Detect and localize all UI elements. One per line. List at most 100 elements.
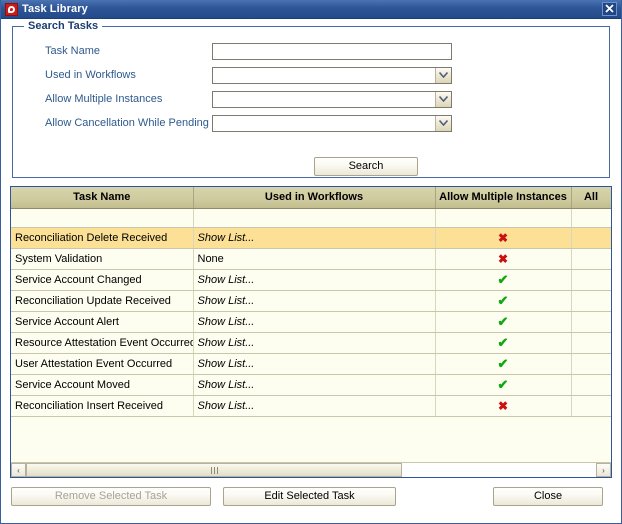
table-row[interactable]: User Attestation Event Occurred Show List… <box>11 353 611 375</box>
filter-cell-allow-cancellation[interactable] <box>571 208 611 228</box>
scroll-left-icon[interactable]: ‹ <box>11 463 26 477</box>
cell-allow-multiple-instances: ✖ <box>435 395 572 417</box>
table-row[interactable]: Reconciliation Insert Received Show List.… <box>11 395 611 417</box>
filter-cell-task-name[interactable] <box>11 208 194 228</box>
dropdown-used-in-workflows[interactable] <box>212 66 452 84</box>
table-row[interactable]: System Validation None ✖ <box>11 248 611 270</box>
cell-task-name: Resource Attestation Event Occurred <box>11 332 194 354</box>
search-tasks-legend: Search Tasks <box>24 20 103 32</box>
close-button[interactable]: Close <box>493 487 603 506</box>
table-header-row: Task Name Used in Workflows Allow Multip… <box>11 187 611 209</box>
remove-selected-task-button[interactable]: Remove Selected Task <box>11 487 211 506</box>
cell-allow-cancellation <box>571 374 611 396</box>
cell-allow-cancellation <box>571 248 611 270</box>
dialog-body: Search Tasks Task Name Used in Workflows… <box>1 19 621 523</box>
close-icon[interactable] <box>602 2 617 16</box>
cell-used-in-workflows[interactable]: Show List... <box>193 353 436 375</box>
window-title: Task Library <box>22 3 88 15</box>
table-row[interactable]: Service Account Alert Show List... ✔ <box>11 311 611 333</box>
table-row[interactable]: Resource Attestation Event Occurred Show … <box>11 332 611 354</box>
cell-allow-cancellation <box>571 395 611 417</box>
cell-allow-multiple-instances: ✔ <box>435 332 572 354</box>
dropdown-allow-multiple-instances[interactable] <box>212 90 452 108</box>
cell-allow-multiple-instances: ✖ <box>435 227 572 249</box>
task-results-grid: Task Name Used in Workflows Allow Multip… <box>10 186 612 478</box>
label-used-in-workflows: Used in Workflows <box>45 69 136 81</box>
dropdown-value-used-in-workflows <box>213 68 435 83</box>
search-button-row: Search <box>21 157 601 176</box>
column-header-used-in-workflows[interactable]: Used in Workflows <box>193 187 436 209</box>
task-library-window: Task Library Search Tasks Task Name Used… <box>0 0 622 524</box>
search-button[interactable]: Search <box>314 157 418 176</box>
search-tasks-panel: Search Tasks Task Name Used in Workflows… <box>12 20 610 178</box>
cell-task-name: Reconciliation Insert Received <box>11 395 194 417</box>
table-filter-row[interactable] <box>11 208 611 228</box>
dropdown-allow-cancellation-while-pending[interactable] <box>212 114 452 132</box>
check-icon: ✔ <box>497 334 509 350</box>
filter-cell-used-in-workflows[interactable] <box>193 208 436 228</box>
cell-task-name: Reconciliation Update Received <box>11 290 194 312</box>
cell-used-in-workflows[interactable]: Show List... <box>193 269 436 291</box>
cell-allow-cancellation <box>571 353 611 375</box>
cell-allow-cancellation <box>571 311 611 333</box>
cell-task-name: Reconciliation Delete Received <box>11 227 194 249</box>
cell-allow-cancellation <box>571 269 611 291</box>
cross-icon: ✖ <box>497 230 509 245</box>
chevron-down-icon[interactable] <box>435 67 451 83</box>
dialog-footer: Remove Selected Task Edit Selected Task … <box>10 487 612 506</box>
edit-selected-task-button[interactable]: Edit Selected Task <box>223 487 396 506</box>
cell-used-in-workflows[interactable]: Show List... <box>193 311 436 333</box>
cross-icon: ✖ <box>497 251 509 266</box>
dropdown-value-allow-multiple-instances <box>213 92 435 107</box>
field-row-allow-multiple-instances: Allow Multiple Instances <box>21 87 601 111</box>
task-table: Task Name Used in Workflows Allow Multip… <box>11 187 611 417</box>
cross-icon: ✖ <box>497 398 509 413</box>
check-icon: ✔ <box>497 292 509 308</box>
cell-allow-cancellation <box>571 290 611 312</box>
filter-cell-allow-multiple-instances[interactable] <box>435 208 572 228</box>
cell-allow-cancellation <box>571 332 611 354</box>
cell-task-name: System Validation <box>11 248 194 270</box>
table-row[interactable]: Service Account Moved Show List... ✔ <box>11 374 611 396</box>
table-body: Reconciliation Delete Received Show List.… <box>11 208 611 417</box>
cell-used-in-workflows[interactable]: Show List... <box>193 227 436 249</box>
field-row-used-in-workflows: Used in Workflows <box>21 63 601 87</box>
table-row[interactable]: Reconciliation Update Received Show List.… <box>11 290 611 312</box>
check-icon: ✔ <box>497 355 509 371</box>
table-row[interactable]: Service Account Changed Show List... ✔ <box>11 269 611 291</box>
cell-allow-multiple-instances: ✔ <box>435 311 572 333</box>
cell-used-in-workflows[interactable]: Show List... <box>193 290 436 312</box>
scroll-right-icon[interactable]: › <box>596 463 611 477</box>
cell-task-name: Service Account Moved <box>11 374 194 396</box>
check-icon: ✔ <box>497 271 509 287</box>
cell-allow-multiple-instances: ✔ <box>435 374 572 396</box>
app-logo-icon <box>5 2 18 16</box>
column-header-allow-multiple-instances[interactable]: Allow Multiple Instances <box>435 187 572 209</box>
cell-used-in-workflows[interactable]: Show List... <box>193 332 436 354</box>
cell-allow-multiple-instances: ✔ <box>435 269 572 291</box>
cell-used-in-workflows[interactable]: Show List... <box>193 374 436 396</box>
scrollbar-track[interactable] <box>26 463 596 477</box>
check-icon: ✔ <box>497 313 509 329</box>
cell-allow-multiple-instances: ✔ <box>435 290 572 312</box>
label-allow-cancellation-while-pending: Allow Cancellation While Pending <box>45 117 209 129</box>
chevron-down-icon[interactable] <box>435 91 451 107</box>
cell-used-in-workflows[interactable]: Show List... <box>193 395 436 417</box>
table-row[interactable]: Reconciliation Delete Received Show List.… <box>11 227 611 249</box>
scrollbar-thumb[interactable] <box>26 463 403 477</box>
scrollbar-grip-icon <box>210 466 218 474</box>
label-task-name: Task Name <box>45 45 101 57</box>
label-allow-multiple-instances: Allow Multiple Instances <box>45 93 163 105</box>
cell-allow-multiple-instances: ✖ <box>435 248 572 270</box>
cell-task-name: User Attestation Event Occurred <box>11 353 194 375</box>
check-icon: ✔ <box>497 376 509 392</box>
column-header-allow-cancellation-while-pending[interactable]: All <box>571 187 611 209</box>
horizontal-scrollbar[interactable]: ‹ › <box>11 462 611 477</box>
search-input-task-name[interactable] <box>212 42 452 60</box>
cell-task-name: Service Account Alert <box>11 311 194 333</box>
cell-used-in-workflows: None <box>193 248 436 270</box>
column-header-task-name[interactable]: Task Name <box>11 187 194 209</box>
chevron-down-icon[interactable] <box>435 115 451 131</box>
title-bar: Task Library <box>1 0 621 19</box>
field-row-task-name: Task Name <box>21 39 601 63</box>
